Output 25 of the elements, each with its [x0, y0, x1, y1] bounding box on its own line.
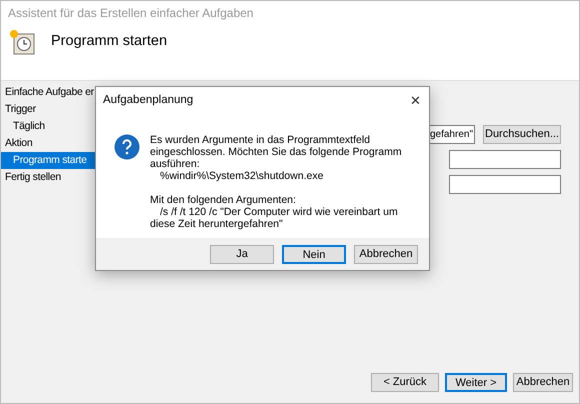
close-button[interactable]: ✕ — [410, 91, 421, 111]
dialog-title: Aufgabenplanung — [103, 93, 194, 108]
window-title: Assistent für das Erstellen einfacher Aufgaben — [8, 5, 254, 22]
message-text: %windir%\System32\shutdown.exe — [159, 170, 324, 182]
input-field[interactable] — [449, 175, 561, 194]
back-button[interactable]: < Zurück — [371, 373, 439, 392]
message-text: /s /f /t 120 /c "Der Computer wird wie vereinbart um diese Zeit heruntergefahren" — [150, 206, 399, 230]
nav-item[interactable]: Einfache Aufgabe er — [1, 84, 98, 101]
nav-item[interactable]: Fertig stellen — [1, 169, 65, 186]
message-text: Es wurden Argumente in das Programmtextfeld eingeschlossen. Möchten Sie das folgende Programm ausführen: — [150, 134, 403, 170]
cancel-button[interactable]: Abbrechen — [513, 373, 573, 392]
nav-item[interactable]: Täglich — [1, 118, 49, 135]
input-field[interactable] — [449, 150, 561, 169]
no-button[interactable]: Nein — [282, 244, 346, 264]
nav-item[interactable]: Trigger — [1, 101, 40, 118]
yes-button[interactable]: Ja — [210, 244, 274, 264]
page-title: Programm starten — [51, 32, 168, 52]
next-button[interactable]: Weiter > — [445, 373, 507, 392]
cancel-button[interactable]: Abbrechen — [354, 244, 418, 264]
nav-item[interactable]: Programm starte — [1, 152, 95, 169]
message-text: Mit den folgenden Argumenten: — [150, 194, 297, 206]
browse-button[interactable]: Durchsuchen... — [483, 125, 561, 144]
question-icon — [114, 134, 140, 160]
clock-icon — [9, 29, 35, 55]
nav-item[interactable]: Aktion — [1, 135, 36, 152]
